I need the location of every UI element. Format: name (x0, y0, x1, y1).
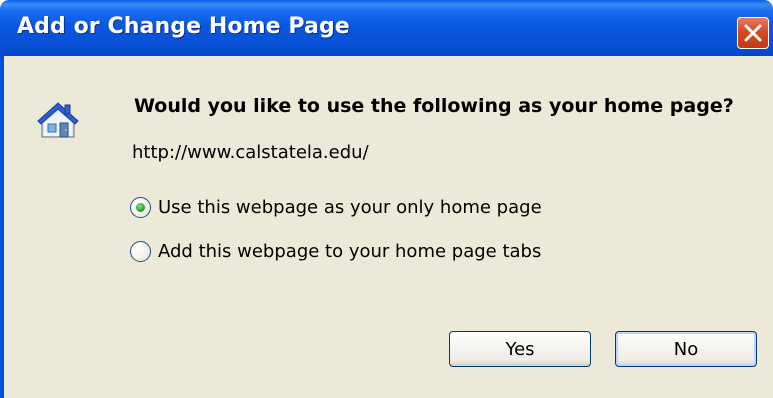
dialog-body: Would you like to use the following as y… (0, 56, 773, 398)
radio-home-page-tabs[interactable] (130, 240, 151, 262)
option-only-home-page[interactable]: Use this webpage as your only home page (130, 194, 542, 220)
radio-only-home-page[interactable] (130, 196, 151, 218)
house-icon (37, 102, 79, 138)
option-label[interactable]: Use this webpage as your only home page (158, 197, 542, 218)
title-bar[interactable]: Add or Change Home Page (0, 0, 773, 56)
close-icon (744, 24, 762, 42)
no-button[interactable]: No (615, 331, 757, 367)
radio-selected-dot (136, 202, 145, 212)
url-text: http://www.calstatela.edu/ (132, 142, 369, 163)
close-button[interactable] (737, 17, 769, 49)
dialog-window: Add or Change Home Page Would you like t… (0, 0, 773, 398)
option-label[interactable]: Add this webpage to your home page tabs (158, 241, 541, 262)
window-title: Add or Change Home Page (17, 14, 350, 39)
question-text: Would you like to use the following as y… (134, 95, 734, 117)
yes-button[interactable]: Yes (449, 331, 591, 367)
option-home-page-tabs[interactable]: Add this webpage to your home page tabs (130, 238, 541, 264)
